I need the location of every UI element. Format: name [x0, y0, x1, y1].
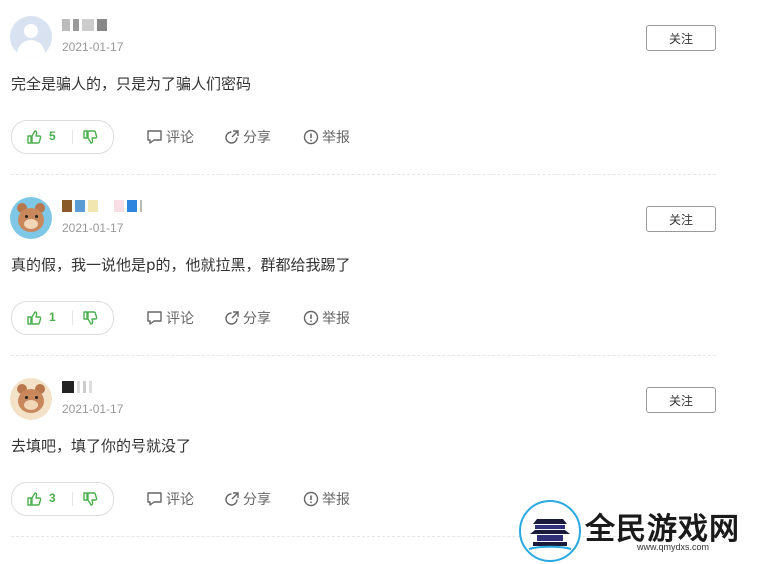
- comment-label: 评论: [166, 492, 194, 508]
- share-button[interactable]: 分享: [224, 127, 271, 147]
- thumbs-down-icon[interactable]: [82, 491, 98, 511]
- comment-date: 2021-01-17: [62, 402, 124, 416]
- share-button[interactable]: 分享: [224, 308, 271, 328]
- comment-icon: [147, 492, 162, 506]
- comment-button[interactable]: 评论: [146, 489, 194, 509]
- share-label: 分享: [243, 130, 271, 146]
- comment-date: 2021-01-17: [62, 40, 124, 54]
- follow-button[interactable]: 关注: [646, 387, 716, 413]
- site-watermark: 全民游戏网 www.qmydxs.com: [517, 498, 766, 562]
- comment-item: 2021-01-17 关注 真的假，我一说他是p的，他就拉黑，群都给我踢了 1 …: [0, 181, 766, 362]
- avatar[interactable]: [10, 16, 52, 58]
- report-button[interactable]: 举报: [303, 127, 350, 147]
- comment-icon: [147, 311, 162, 325]
- share-icon: [225, 130, 239, 144]
- username-redacted[interactable]: [62, 18, 107, 32]
- comment-label: 评论: [166, 311, 194, 327]
- thumbs-down-icon[interactable]: [82, 310, 98, 330]
- comment-button[interactable]: 评论: [146, 308, 194, 328]
- vote-control: 1: [11, 301, 114, 335]
- share-icon: [225, 311, 239, 325]
- divider: [72, 130, 73, 144]
- comment-label: 评论: [166, 130, 194, 146]
- comment-icon: [147, 130, 162, 144]
- report-icon: [303, 310, 319, 326]
- report-icon: [303, 129, 319, 145]
- like-count: 5: [49, 129, 56, 143]
- report-label: 举报: [322, 311, 350, 327]
- vote-control: 3: [11, 482, 114, 516]
- watermark-url: www.qmydxs.com: [637, 542, 710, 552]
- share-button[interactable]: 分享: [224, 489, 271, 509]
- thumbs-down-icon[interactable]: [82, 129, 98, 149]
- divider: [72, 492, 73, 506]
- watermark-logo-icon: [519, 500, 581, 562]
- comment-text: 完全是骗人的，只是为了骗人们密码: [11, 75, 252, 93]
- avatar[interactable]: [10, 197, 52, 239]
- like-count: 3: [49, 491, 56, 505]
- username-redacted[interactable]: [62, 380, 92, 394]
- thumbs-up-icon[interactable]: [26, 310, 42, 330]
- comment-item: 2021-01-17 关注 完全是骗人的，只是为了骗人们密码 5 评论 分享 举…: [0, 0, 766, 181]
- like-count: 1: [49, 310, 56, 324]
- comment-text: 真的假，我一说他是p的，他就拉黑，群都给我踢了: [11, 256, 351, 274]
- divider: [72, 311, 73, 325]
- username-redacted[interactable]: [62, 199, 142, 213]
- thumbs-up-icon[interactable]: [26, 129, 42, 149]
- report-label: 举报: [322, 130, 350, 146]
- share-label: 分享: [243, 311, 271, 327]
- vote-control: 5: [11, 120, 114, 154]
- comment-date: 2021-01-17: [62, 221, 124, 235]
- comment-text: 去填吧，填了你的号就没了: [11, 437, 192, 455]
- follow-button[interactable]: 关注: [646, 25, 716, 51]
- report-icon: [303, 491, 319, 507]
- report-button[interactable]: 举报: [303, 489, 350, 509]
- divider: [11, 355, 716, 356]
- share-label: 分享: [243, 492, 271, 508]
- share-icon: [225, 492, 239, 506]
- thumbs-up-icon[interactable]: [26, 491, 42, 511]
- report-label: 举报: [322, 492, 350, 508]
- divider: [11, 174, 716, 175]
- avatar[interactable]: [10, 378, 52, 420]
- follow-button[interactable]: 关注: [646, 206, 716, 232]
- report-button[interactable]: 举报: [303, 308, 350, 328]
- comment-button[interactable]: 评论: [146, 127, 194, 147]
